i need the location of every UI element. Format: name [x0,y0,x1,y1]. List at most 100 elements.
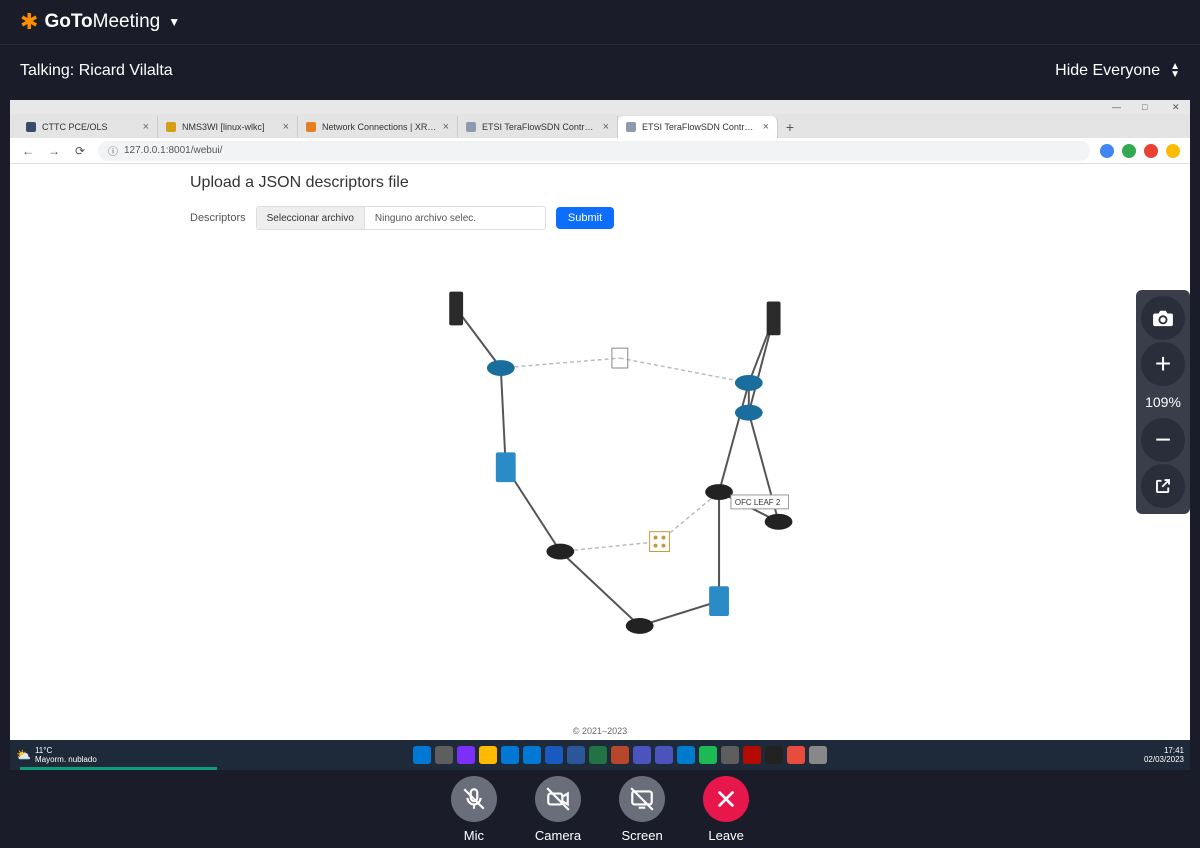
info-icon: ⓘ [108,143,118,158]
taskbar-app-icon[interactable] [677,746,695,764]
ext-icon[interactable] [1122,144,1136,158]
browser-tab[interactable]: ETSI TeraFlowSDN Controller × [618,116,778,138]
gtm-header: ✱ GoToMeeting ▼ [0,0,1200,44]
browser-tab[interactable]: Network Connections | XR IPM × [298,116,458,138]
mic-button[interactable]: Mic [451,776,497,843]
taskbar-app-icon[interactable] [435,746,453,764]
taskbar-app-icon[interactable] [457,746,475,764]
minimize-button[interactable]: — [1112,102,1122,112]
camera-button[interactable]: Camera [535,776,581,843]
router-node[interactable] [705,484,733,500]
ext-icon[interactable] [1100,144,1114,158]
profile-icon[interactable] [1166,144,1180,158]
upload-form: Descriptors Seleccionar archivo Ninguno … [190,206,1010,230]
screen-button[interactable]: Screen [619,776,665,843]
windows-taskbar: ⛅ 11°CMayorm. nublado 17:4102/03/2023 [10,740,1190,770]
tab-close-button[interactable]: × [443,121,449,133]
gtm-control-bar: Mic Camera Screen Leave [0,770,1200,848]
tab-close-button[interactable]: × [283,121,289,133]
taskbar-app-icon[interactable] [501,746,519,764]
taskbar-app-icon[interactable] [567,746,585,764]
reload-button[interactable]: ⟳ [72,144,88,158]
tab-label: ETSI TeraFlowSDN Controller [642,122,757,132]
server-node[interactable] [449,292,463,326]
tab-favicon [166,122,176,132]
network-topology[interactable]: OFC LEAF 2 [10,244,1190,740]
forward-button[interactable]: → [46,144,62,158]
taskbar-app-icon[interactable] [743,746,761,764]
tab-label: Network Connections | XR IPM [322,122,437,132]
tab-close-button[interactable]: × [143,121,149,133]
taskbar-app-icon[interactable] [655,746,673,764]
maximize-button[interactable]: □ [1142,102,1152,112]
taskbar-app-icon[interactable] [721,746,739,764]
switch-node[interactable] [496,452,516,482]
ext-icon[interactable] [1144,144,1158,158]
switch-node[interactable] [709,586,729,616]
file-name-label: Ninguno archivo selec. [365,213,545,224]
router-node[interactable] [735,375,763,391]
tab-close-button[interactable]: × [763,121,769,133]
talking-indicator: Talking: Ricard Vilalta [20,62,173,80]
router-node[interactable] [765,514,793,530]
browser-tabs: CTTC PCE/OLS×NMS3WI [linux-wlkc]×Network… [10,114,1190,138]
tab-label: NMS3WI [linux-wlkc] [182,122,277,132]
browser-tab[interactable]: CTTC PCE/OLS × [18,116,158,138]
new-tab-button[interactable]: + [778,116,802,138]
router-node[interactable] [626,618,654,634]
gtm-zoom-tools: + 109% − [1136,290,1190,514]
hide-everyone-button[interactable]: Hide Everyone ▲▼ [1055,62,1180,80]
taskbar-app-icon[interactable] [611,746,629,764]
tab-label: ETSI TeraFlowSDN Controller [482,122,597,132]
page-content: Upload a JSON descriptors file Descripto… [10,164,1190,740]
server-node[interactable] [767,302,781,336]
tab-label: CTTC PCE/OLS [42,122,137,132]
zoom-level: 109% [1145,388,1181,416]
tab-close-button[interactable]: × [603,121,609,133]
screenshot-button[interactable] [1141,296,1185,340]
taskbar-app-icon[interactable] [699,746,717,764]
browser-address-bar: ← → ⟳ ⓘ 127.0.0.1:8001/webui/ [10,138,1190,164]
extension-icons [1100,144,1180,158]
file-input[interactable]: Seleccionar archivo Ninguno archivo sele… [256,206,546,230]
taskbar-app-icon[interactable] [589,746,607,764]
taskbar-clock[interactable]: 17:4102/03/2023 [1144,746,1184,764]
taskbar-app-icon[interactable] [633,746,651,764]
tab-favicon [306,122,316,132]
shared-screen: — □ ✕ CTTC PCE/OLS×NMS3WI [linux-wlkc]×N… [10,100,1190,770]
taskbar-app-icon[interactable] [545,746,563,764]
zoom-in-button[interactable]: + [1141,342,1185,386]
tab-favicon [626,122,636,132]
olt-node[interactable] [650,532,670,552]
taskbar-weather[interactable]: ⛅ 11°CMayorm. nublado [16,746,97,764]
router-node[interactable] [546,544,574,560]
page-footer: © 2021–2023 [573,726,627,736]
submit-button[interactable]: Submit [556,207,614,229]
url-input[interactable]: ⓘ 127.0.0.1:8001/webui/ [98,141,1090,161]
taskbar-app-icon[interactable] [765,746,783,764]
tab-favicon [466,122,476,132]
popout-button[interactable] [1141,464,1185,508]
chevron-down-icon[interactable]: ▼ [168,15,180,29]
taskbar-app-icon[interactable] [413,746,431,764]
browser-tab[interactable]: NMS3WI [linux-wlkc] × [158,116,298,138]
leave-button[interactable]: Leave [703,776,749,843]
router-node[interactable] [487,360,515,376]
taskbar-app-icon[interactable] [787,746,805,764]
page-title: Upload a JSON descriptors file [190,174,1010,192]
taskbar-app-icon[interactable] [479,746,497,764]
gtm-logo-icon: ✱ [20,9,38,35]
close-button[interactable]: ✕ [1172,102,1182,112]
window-titlebar: — □ ✕ [10,100,1190,114]
zoom-out-button[interactable]: − [1141,418,1185,462]
browser-tab[interactable]: ETSI TeraFlowSDN Controller × [458,116,618,138]
gtm-logo-text: GoToMeeting [44,11,160,33]
router-node[interactable] [735,405,763,421]
taskbar-app-icon[interactable] [809,746,827,764]
choose-file-button[interactable]: Seleccionar archivo [257,207,365,229]
node-tooltip-label: OFC LEAF 2 [735,498,780,507]
back-button[interactable]: ← [20,144,36,158]
taskbar-app-icon[interactable] [523,746,541,764]
descriptors-label: Descriptors [190,212,246,224]
gtm-subheader: Talking: Ricard Vilalta Hide Everyone ▲▼ [0,44,1200,96]
